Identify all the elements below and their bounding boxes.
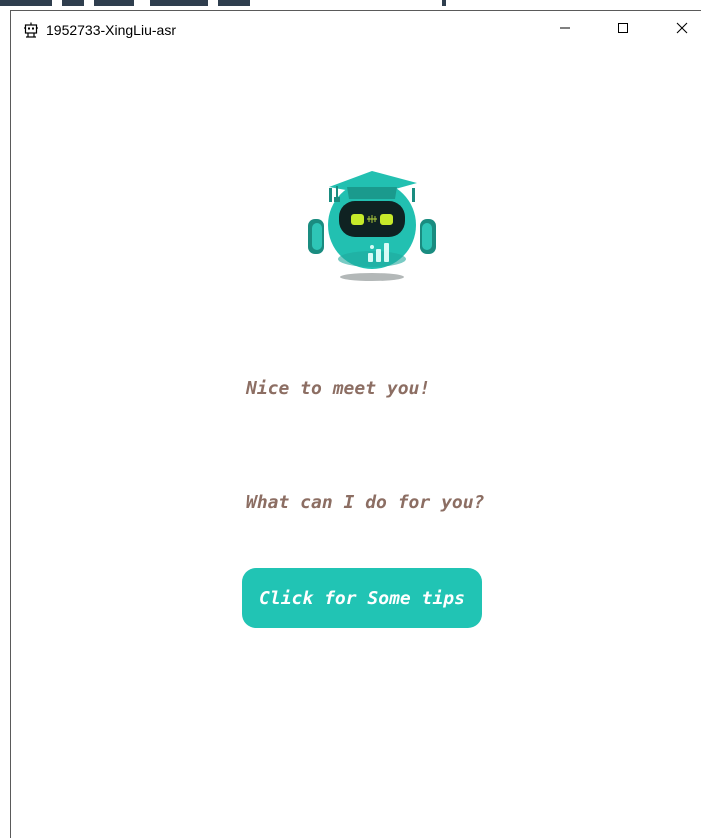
app-window: 1952733-XingLiu-asr Nice to meet you! Wh… xyxy=(10,10,701,838)
tips-button[interactable]: Click for Some tips xyxy=(242,568,482,628)
minimize-icon xyxy=(559,21,571,39)
maximize-button[interactable] xyxy=(600,11,646,49)
robot-mascot-icon xyxy=(307,161,437,286)
title-bar[interactable]: 1952733-XingLiu-asr xyxy=(11,11,701,49)
background-window-strip xyxy=(0,0,701,10)
greeting-text: Nice to meet you! xyxy=(246,378,431,399)
background-window-edge xyxy=(0,10,10,838)
close-icon xyxy=(676,21,688,39)
minimize-button[interactable] xyxy=(542,11,588,49)
close-button[interactable] xyxy=(659,11,701,49)
window-title: 1952733-XingLiu-asr xyxy=(46,22,176,38)
robot-icon xyxy=(23,22,39,38)
question-text: What can I do for you? xyxy=(246,492,485,513)
maximize-icon xyxy=(617,21,629,39)
